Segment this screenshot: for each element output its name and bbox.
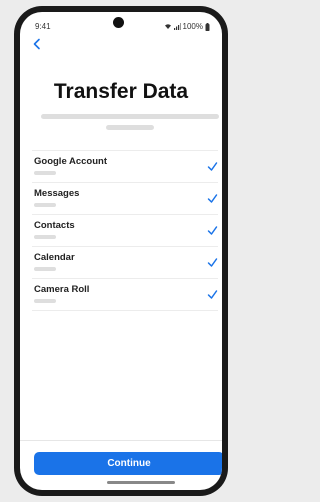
item-subtext-placeholder: [34, 299, 56, 303]
list-item-google-account[interactable]: Google Account: [32, 151, 218, 183]
status-time: 9:41: [35, 22, 51, 31]
page-title: Transfer Data: [53, 80, 189, 103]
home-indicator[interactable]: [107, 481, 175, 484]
list-item-calendar[interactable]: Calendar: [32, 247, 218, 279]
status-indicators: 100%: [164, 22, 210, 31]
item-label: Camera Roll: [34, 284, 90, 295]
front-camera: [113, 17, 124, 28]
checkmark-icon: [207, 162, 218, 171]
checkmark-icon: [207, 226, 218, 235]
list-item-camera-roll[interactable]: Camera Roll: [32, 279, 218, 311]
item-label: Messages: [34, 188, 80, 199]
wifi-icon: [164, 24, 171, 29]
battery-icon: [205, 22, 210, 31]
continue-button[interactable]: Continue: [34, 452, 222, 475]
signal-icon: [173, 23, 181, 30]
footer-divider: [20, 440, 222, 441]
list-item-messages[interactable]: Messages: [32, 183, 218, 215]
item-subtext-placeholder: [34, 267, 56, 271]
item-subtext-placeholder: [34, 203, 56, 207]
item-label: Contacts: [34, 220, 75, 231]
back-chevron-icon[interactable]: [32, 38, 42, 50]
item-label: Calendar: [34, 252, 75, 263]
checkmark-icon: [207, 258, 218, 267]
phone-screen: 9:41 100% Transfer Data Google Account M…: [20, 12, 222, 490]
subtitle-placeholder-line-1: [41, 114, 219, 119]
item-label: Google Account: [34, 156, 108, 167]
checkmark-icon: [207, 290, 218, 299]
battery-level: 100%: [182, 22, 203, 31]
item-subtext-placeholder: [34, 235, 56, 239]
list-item-contacts[interactable]: Contacts: [32, 215, 218, 247]
checkmark-icon: [207, 194, 218, 203]
transfer-items-list: Google Account Messages Contacts Calenda…: [32, 150, 218, 311]
item-subtext-placeholder: [34, 171, 56, 175]
subtitle-placeholder-line-2: [106, 125, 154, 130]
